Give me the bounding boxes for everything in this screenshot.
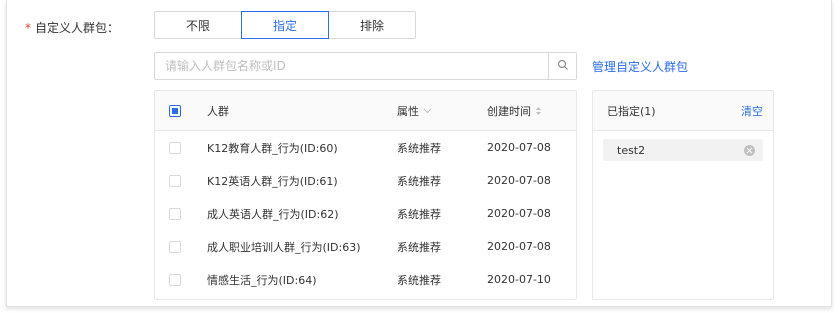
- row-name: K12教育人群_行为(ID:60): [207, 141, 338, 155]
- row-created: 2020-07-08: [487, 141, 551, 154]
- row-name: 成人职业培训人群_行为(ID:63): [207, 240, 361, 254]
- selected-panel-title: 已指定(1): [607, 104, 656, 118]
- column-header-attr-label: 属性: [397, 104, 419, 118]
- table-row[interactable]: 成人英语人群_行为(ID:62) 系统推荐 2020-07-08: [155, 197, 576, 230]
- row-name: K12英语人群_行为(ID:61): [207, 174, 338, 188]
- select-all-checkbox[interactable]: [169, 104, 181, 117]
- mode-segmented-control: 不限 指定 排除: [154, 11, 416, 39]
- table-row[interactable]: K12教育人群_行为(ID:60) 系统推荐 2020-07-08: [155, 131, 576, 164]
- row-attr: 系统推荐: [397, 174, 441, 188]
- column-header-name: 人群: [207, 104, 229, 118]
- selected-tag-label: test2: [617, 143, 646, 157]
- row-created: 2020-07-08: [487, 207, 551, 220]
- selected-panel: 已指定(1) 清空 test2: [592, 90, 774, 300]
- close-icon[interactable]: [744, 144, 755, 156]
- mode-option-exclude[interactable]: 排除: [328, 11, 416, 39]
- row-name: 情感生活_行为(ID:64): [207, 273, 317, 287]
- row-attr: 系统推荐: [397, 240, 441, 254]
- row-checkbox[interactable]: [169, 141, 181, 154]
- row-attr: 系统推荐: [397, 207, 441, 221]
- table-row[interactable]: K12英语人群_行为(ID:61) 系统推荐 2020-07-08: [155, 164, 576, 197]
- table-row[interactable]: 情感生活_行为(ID:64) 系统推荐 2020-07-10: [155, 263, 576, 296]
- clear-button[interactable]: 清空: [741, 103, 763, 119]
- search-button[interactable]: [548, 53, 576, 79]
- mode-option-specified[interactable]: 指定: [241, 11, 329, 39]
- crowd-table: 人群 属性 创建时间 K12教育人群_行为(ID:60) 系统推荐 2020-0…: [154, 90, 577, 300]
- manage-crowd-packs-link[interactable]: 管理自定义人群包: [592, 58, 688, 75]
- column-header-created[interactable]: 创建时间: [487, 91, 542, 130]
- row-checkbox[interactable]: [169, 273, 181, 286]
- table-row[interactable]: 成人职业培训人群_行为(ID:63) 系统推荐 2020-07-08: [155, 230, 576, 263]
- column-header-attr[interactable]: 属性: [397, 91, 432, 130]
- chevron-down-icon: [423, 108, 432, 114]
- sort-icon: [535, 106, 542, 116]
- column-header-created-label: 创建时间: [487, 104, 531, 118]
- crowd-pack-field-label: * 自定义人群包：: [25, 19, 119, 36]
- row-checkbox[interactable]: [169, 240, 181, 253]
- required-mark: *: [25, 21, 31, 35]
- row-attr: 系统推荐: [397, 273, 441, 287]
- table-header: 人群 属性 创建时间: [155, 91, 576, 131]
- mode-option-unlimited[interactable]: 不限: [154, 11, 242, 39]
- row-name: 成人英语人群_行为(ID:62): [207, 207, 339, 221]
- crowd-pack-label-text: 自定义人群包：: [35, 21, 120, 35]
- selected-panel-header: 已指定(1) 清空: [593, 91, 773, 131]
- row-checkbox[interactable]: [169, 207, 181, 220]
- search-input[interactable]: [155, 53, 548, 79]
- search-icon: [557, 59, 569, 74]
- row-checkbox[interactable]: [169, 174, 181, 187]
- row-attr: 系统推荐: [397, 141, 441, 155]
- search-box: [154, 52, 577, 80]
- row-created: 2020-07-10: [487, 273, 551, 286]
- row-created: 2020-07-08: [487, 174, 551, 187]
- selected-tag: test2: [603, 139, 763, 161]
- row-created: 2020-07-08: [487, 240, 551, 253]
